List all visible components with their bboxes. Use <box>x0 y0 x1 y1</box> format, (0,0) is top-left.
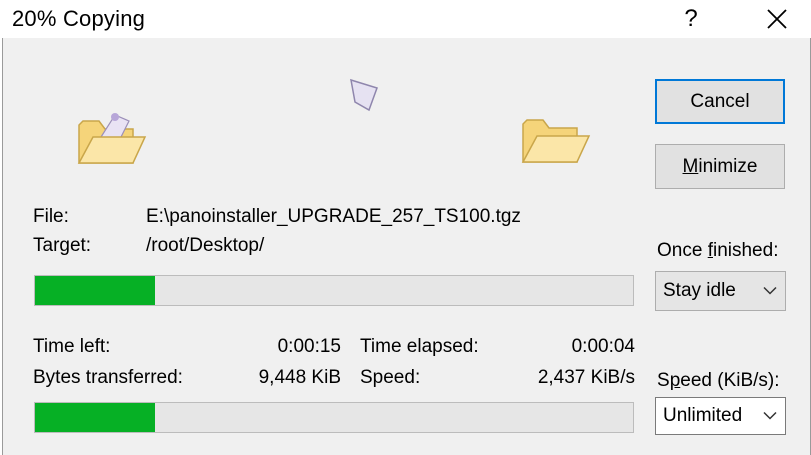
file-label: File: <box>33 206 69 227</box>
time-left-value: 0:00:15 <box>277 336 341 357</box>
help-button[interactable]: ? <box>676 2 706 36</box>
target-value: /root/Desktop/ <box>146 235 265 256</box>
cancel-button[interactable]: Cancel <box>655 79 785 124</box>
once-finished-label: Once finished: <box>657 240 779 261</box>
close-button[interactable] <box>747 0 807 38</box>
overall-progress-bar <box>34 402 634 433</box>
time-left-label: Time left: <box>33 336 111 357</box>
speed-limit-dropdown[interactable]: Unlimited <box>655 397 786 435</box>
speed-label: Speed: <box>360 367 421 388</box>
flying-document-icon <box>350 78 378 112</box>
chevron-down-icon <box>763 286 777 295</box>
overall-progress-fill <box>35 403 155 432</box>
source-folder-icon <box>77 113 147 164</box>
file-progress-fill <box>35 276 155 305</box>
bytes-transferred-label: Bytes transferred: <box>33 367 183 388</box>
chevron-down-icon <box>763 411 777 420</box>
file-value: E:\panoinstaller_UPGRADE_257_TS100.tgz <box>146 206 521 227</box>
window-title: 20% Copying <box>12 6 146 31</box>
title-bar: 20% Copying ? <box>0 0 811 39</box>
speed-value: 2,437 KiB/s <box>537 367 635 388</box>
minimize-button[interactable]: Minimize <box>655 144 785 189</box>
time-elapsed-value: 0:00:04 <box>571 336 635 357</box>
file-progress-bar <box>34 275 634 306</box>
speed-limit-label: Speed (KiB/s): <box>657 370 780 391</box>
close-icon <box>767 9 787 29</box>
target-label: Target: <box>33 235 92 256</box>
once-finished-dropdown[interactable]: Stay idle <box>655 271 786 311</box>
time-elapsed-label: Time elapsed: <box>360 336 479 357</box>
destination-folder-icon <box>521 119 591 163</box>
dialog-body: Cancel Minimize File: E:\panoinstaller_U… <box>2 38 811 455</box>
bytes-transferred-value: 9,448 KiB <box>258 367 341 388</box>
